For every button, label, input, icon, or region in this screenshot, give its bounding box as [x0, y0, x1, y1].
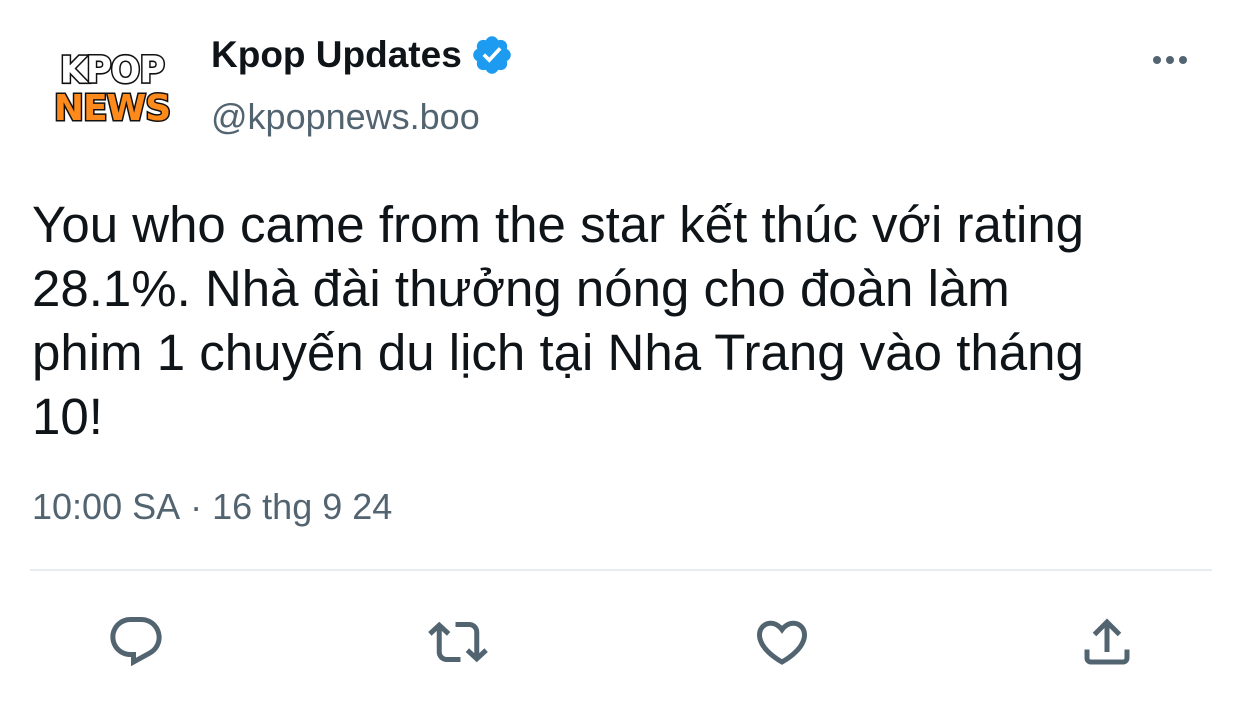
- tweet-text-line: 10!: [32, 388, 103, 445]
- display-name[interactable]: Kpop Updates: [211, 34, 462, 76]
- meta-separator: ·: [190, 486, 203, 527]
- tweet-date: 16 thg 9 24: [212, 486, 393, 527]
- heart-icon: [756, 620, 808, 665]
- verified-badge-icon: [470, 33, 514, 77]
- more-options-icon[interactable]: [1150, 48, 1190, 72]
- author-handle[interactable]: @kpopnews.boo: [211, 96, 480, 138]
- action-bar: [0, 604, 1242, 684]
- author-name-row[interactable]: Kpop Updates: [211, 30, 514, 80]
- reply-button[interactable]: [104, 610, 168, 674]
- tweet-time: 10:00 SA: [32, 486, 181, 527]
- tweet-card: KPOP NEWS Kpop Updates @kpopnews.boo You…: [0, 0, 1242, 713]
- avatar[interactable]: KPOP NEWS: [52, 40, 172, 140]
- share-button[interactable]: [1075, 610, 1139, 674]
- retweet-icon: [428, 621, 488, 663]
- avatar-logo-line2: NEWS: [52, 88, 172, 129]
- share-icon: [1084, 618, 1130, 665]
- reply-icon: [110, 617, 162, 667]
- tweet-text-line: 28.1%. Nhà đài thưởng nóng cho đoàn làm: [32, 260, 1010, 317]
- like-button[interactable]: [750, 610, 814, 674]
- divider: [30, 569, 1212, 571]
- tweet-timestamp[interactable]: 10:00 SA · 16 thg 9 24: [32, 486, 392, 528]
- avatar-logo-line1: KPOP: [58, 49, 166, 92]
- retweet-button[interactable]: [426, 610, 490, 674]
- tweet-text: You who came from the star kết thúc với …: [32, 193, 1222, 449]
- tweet-text-line: You who came from the star kết thúc với …: [32, 196, 1085, 253]
- tweet-text-line: phim 1 chuyến du lịch tại Nha Trang vào …: [32, 324, 1084, 381]
